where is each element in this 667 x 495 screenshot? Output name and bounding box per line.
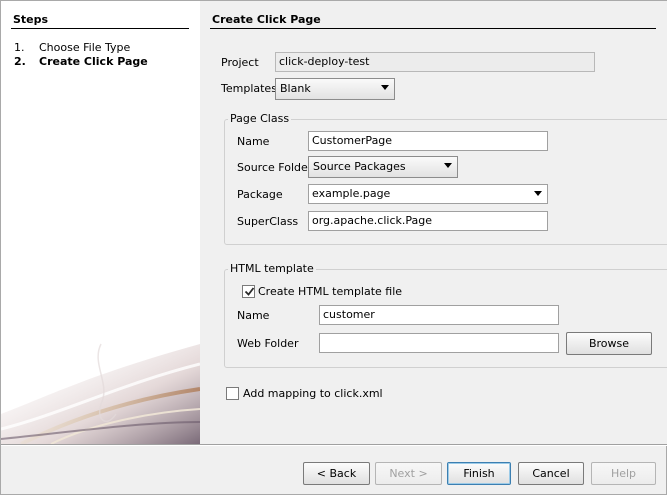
package-value: example.page	[312, 187, 391, 200]
step-item-create-click-page: 2. Create Click Page	[14, 55, 148, 68]
finish-button[interactable]: Finish	[447, 462, 511, 485]
checkmark-icon	[244, 286, 255, 300]
chevron-down-icon	[381, 85, 389, 90]
class-name-label: Name	[237, 135, 270, 148]
source-folder-label: Source Folder	[237, 161, 313, 174]
page-title: Create Click Page	[212, 13, 321, 26]
chevron-down-icon[interactable]	[534, 191, 542, 196]
step-item-choose-file-type: 1. Choose File Type	[14, 41, 130, 54]
source-folder-dropdown[interactable]: Source Packages	[308, 156, 458, 178]
superclass-input[interactable]: org.apache.click.Page	[308, 211, 548, 231]
step-number: 2.	[14, 55, 26, 68]
cancel-button[interactable]: Cancel	[518, 462, 584, 485]
chevron-down-icon	[444, 163, 452, 168]
class-name-input[interactable]: CustomerPage	[308, 131, 548, 151]
project-label: Project	[221, 56, 259, 69]
templates-dropdown[interactable]: Blank	[275, 78, 395, 100]
steps-divider	[11, 28, 189, 29]
main-panel: Create Click Page Project click-deploy-t…	[200, 1, 667, 444]
button-bar-divider-highlight	[1, 445, 667, 446]
browse-button[interactable]: Browse	[566, 332, 652, 355]
source-folder-selected-value: Source Packages	[313, 160, 406, 173]
title-divider	[210, 28, 656, 29]
step-label: Create Click Page	[39, 55, 148, 68]
package-label: Package	[237, 188, 283, 201]
decorative-swirl-image	[1, 343, 200, 444]
step-label: Choose File Type	[39, 41, 131, 54]
add-mapping-label[interactable]: Add mapping to click.xml	[243, 387, 383, 400]
package-combobox[interactable]: example.page	[308, 184, 548, 204]
create-html-template-checkbox[interactable]	[242, 285, 255, 298]
new-file-wizard-dialog: Steps 1. Choose File Type 2. Create Click …	[0, 0, 667, 495]
html-template-group-title: HTML template	[228, 262, 316, 275]
back-button[interactable]: < Back	[303, 462, 370, 485]
web-folder-input[interactable]	[319, 333, 559, 353]
page-class-group-title: Page Class	[228, 112, 292, 125]
superclass-label: SuperClass	[237, 215, 299, 228]
templates-label: Templates	[221, 82, 277, 95]
template-name-input[interactable]: customer	[319, 305, 559, 325]
add-mapping-checkbox[interactable]	[226, 387, 239, 400]
steps-panel: Steps 1. Choose File Type 2. Create Click …	[1, 1, 200, 444]
step-number: 1.	[14, 41, 25, 54]
project-field: click-deploy-test	[275, 52, 595, 72]
next-button[interactable]: Next >	[375, 462, 442, 485]
steps-title: Steps	[13, 13, 49, 26]
templates-selected-value: Blank	[280, 82, 311, 95]
create-html-template-label[interactable]: Create HTML template file	[258, 285, 402, 298]
template-name-label: Name	[237, 309, 270, 322]
help-button[interactable]: Help	[591, 462, 656, 485]
web-folder-label: Web Folder	[237, 337, 299, 350]
